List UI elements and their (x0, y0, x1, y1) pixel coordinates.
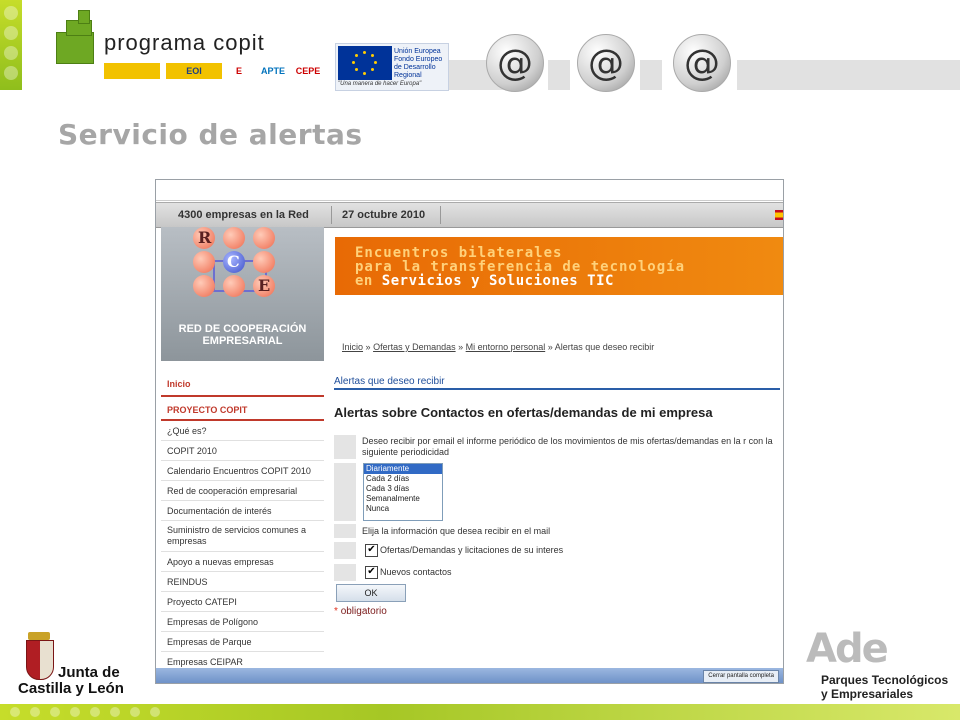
ade-text-line1: Parques Tecnológicos (821, 673, 949, 687)
eoi-logo: EOI (166, 63, 222, 79)
website-screenshot: 4300 empresas en la Red 27 octubre 2010 … (155, 179, 784, 684)
menu-item-proyecto-copit[interactable]: PROYECTO COPIT (161, 397, 324, 421)
frequency-option[interactable]: Cada 2 días (364, 474, 442, 484)
menu-item-copit-2010[interactable]: COPIT 2010 (161, 441, 324, 461)
header-strip (548, 60, 570, 90)
ade-logo: Ade (806, 626, 889, 672)
rce-name: RED DE COOPERACIÓN EMPRESARIAL (178, 323, 307, 347)
menu-item-catepi[interactable]: Proyecto CATEPI (161, 592, 324, 612)
sponsor-logos: EOI E APTE CEPE (104, 63, 320, 79)
jcyl-crest-icon (24, 632, 54, 682)
menu-item-documentacion[interactable]: Documentación de interés (161, 501, 324, 521)
info-choice-text: Elija la información que desea recibir e… (362, 526, 551, 536)
menu-item-calendario[interactable]: Calendario Encuentros COPIT 2010 (161, 461, 324, 481)
periodicity-text: Deseo recibir por email el informe perió… (362, 436, 773, 457)
frequency-select[interactable]: Diariamente Cada 2 días Cada 3 días Sema… (363, 463, 443, 521)
menu-item-reindus[interactable]: REINDUS (161, 572, 324, 592)
section-title-link[interactable]: Alertas que deseo recibir (334, 376, 780, 390)
ministerio-logo (104, 63, 160, 79)
enisa-logo: E (228, 63, 250, 79)
jcyl-name-line1: Junta de (58, 664, 120, 681)
apte-logo: APTE (256, 63, 290, 79)
info-bar: 4300 empresas en la Red 27 octubre 2010 (156, 202, 783, 228)
browser-top (156, 180, 783, 201)
exit-fullscreen-button[interactable]: Cerrar pantalla completa (703, 670, 779, 683)
company-count: 4300 empresas en la Red (178, 209, 309, 221)
contacts-checkbox-label: Nuevos contactos (380, 567, 452, 577)
green-deco-band (0, 704, 960, 720)
at-sign-icon: @ (673, 34, 731, 92)
menu-item-parque[interactable]: Empresas de Parque (161, 632, 324, 652)
header-strip (640, 60, 662, 90)
header-strip (737, 60, 960, 90)
eu-feder-logo: Unión Europea Fondo Europeo de Desarrollo… (335, 43, 449, 91)
breadcrumb-offers-link[interactable]: Ofertas y Demandas (373, 342, 456, 352)
at-sign-icon: @ (486, 34, 544, 92)
offers-checkbox-label: Ofertas/Demandas y licitaciones de su in… (380, 545, 564, 555)
menu-item-red-cooperacion[interactable]: Red de cooperación empresarial (161, 481, 324, 501)
frequency-option[interactable]: Diariamente (364, 464, 442, 474)
breadcrumb: Inicio » Ofertas y Demandas » Mi entorno… (342, 342, 655, 352)
alerts-heading: Alertas sobre Contactos en ofertas/deman… (334, 405, 713, 420)
frequency-option[interactable]: Cada 3 días (364, 484, 442, 494)
eu-flag-icon (338, 46, 392, 80)
breadcrumb-personal-link[interactable]: Mi entorno personal (466, 342, 546, 352)
breadcrumb-home-link[interactable]: Inicio (342, 342, 363, 352)
current-date: 27 octubre 2010 (342, 209, 426, 221)
offers-checkbox[interactable]: ✔ (365, 544, 378, 557)
menu-item-poligono[interactable]: Empresas de Polígono (161, 612, 324, 632)
eu-motto: "Una manera de hacer Europa" (338, 81, 422, 87)
cepe-logo: CEPE (296, 63, 320, 79)
menu-item-suministro[interactable]: Suministro de servicios comunes a empres… (161, 521, 324, 552)
spain-flag-icon[interactable] (775, 210, 783, 220)
jcyl-name-line2: Castilla y León (18, 680, 124, 697)
sidebar-menu: Inicio PROYECTO COPIT ¿Qué es? COPIT 201… (161, 375, 324, 672)
taskbar: Cerrar pantalla completa (156, 668, 783, 683)
green-deco-bar (0, 0, 22, 90)
slide-title: Servicio de alertas (58, 118, 363, 151)
frequency-option[interactable]: Semanalmente (364, 494, 442, 504)
required-note: * obligatorio (334, 606, 387, 617)
frequency-option[interactable]: Nunca (364, 504, 442, 514)
events-banner[interactable]: Encuentros bilaterales para la transfere… (335, 237, 783, 295)
menu-item-apoyo[interactable]: Apoyo a nuevas empresas (161, 552, 324, 572)
contacts-checkbox[interactable]: ✔ (365, 566, 378, 579)
ok-button[interactable]: OK (336, 584, 406, 602)
menu-item-inicio[interactable]: Inicio (161, 375, 324, 397)
program-title: programa copit (104, 30, 265, 55)
rce-logo: R C E RED DE COOPERACIÓN EMPRESARIAL (161, 227, 324, 361)
ade-text-line2: y Empresariales (821, 687, 914, 701)
menu-item-que-es[interactable]: ¿Qué es? (161, 421, 324, 441)
eu-name: Unión Europea Fondo Europeo de Desarrollo… (394, 48, 443, 79)
copit-cube-logo (56, 10, 96, 72)
at-sign-icon: @ (577, 34, 635, 92)
breadcrumb-current: Alertas que deseo recibir (554, 342, 655, 352)
